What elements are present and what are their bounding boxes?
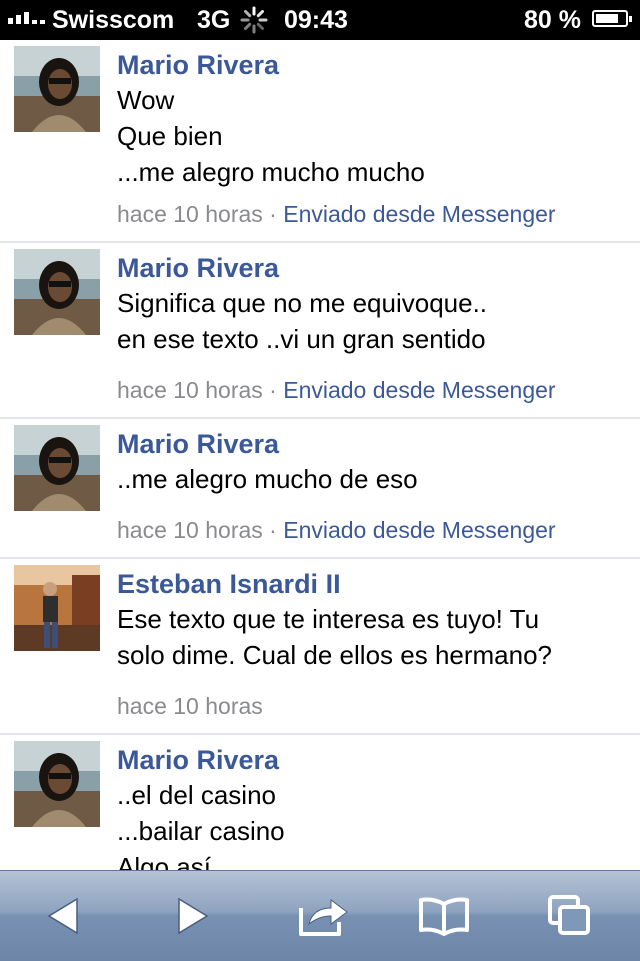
timestamp: hace 10 horas <box>117 693 263 719</box>
message-feed[interactable]: Mario Rivera Wow Que bien ...me alegro m… <box>0 40 640 870</box>
author-name[interactable]: Mario Rivera <box>117 427 279 461</box>
message-meta: hace 10 horas · Enviado desde Messenger <box>117 375 556 405</box>
avatar[interactable] <box>14 249 100 335</box>
message-line: en ese texto ..vi un gran sentido <box>117 324 486 354</box>
message-meta: hace 10 horas <box>117 691 263 721</box>
message-line: Significa que no me equivoque.. <box>117 288 488 318</box>
message-item[interactable]: Mario Rivera Significa que no me equivoq… <box>0 243 640 419</box>
meta-separator: · <box>269 377 277 403</box>
message-meta: hace 10 horas · Enviado desde Messenger <box>117 199 556 229</box>
share-icon <box>299 899 348 936</box>
message-item[interactable]: Esteban Isnardi II Ese texto que te inte… <box>0 559 640 735</box>
back-arrow-icon <box>47 897 78 935</box>
message-line: Wow <box>117 85 175 115</box>
author-name[interactable]: Esteban Isnardi II <box>117 567 341 601</box>
message-line: Algo así <box>117 852 211 870</box>
author-name[interactable]: Mario Rivera <box>117 48 279 82</box>
activity-spinner-icon <box>240 6 268 34</box>
sent-via-link[interactable]: Enviado desde Messenger <box>283 201 555 227</box>
message-text: ..me alegro mucho de eso <box>117 461 627 497</box>
avatar[interactable] <box>14 741 100 827</box>
timestamp: hace 10 horas <box>117 201 263 227</box>
author-name[interactable]: Mario Rivera <box>117 251 279 285</box>
battery-percent: 80 % <box>524 6 581 34</box>
forward-arrow-icon <box>178 897 209 935</box>
back-button[interactable] <box>34 889 94 943</box>
timestamp: hace 10 horas <box>117 517 263 543</box>
message-item[interactable]: Mario Rivera Wow Que bien ...me alegro m… <box>0 40 640 243</box>
timestamp: hace 10 horas <box>117 377 263 403</box>
share-button[interactable] <box>294 889 354 943</box>
battery-icon <box>592 10 632 27</box>
author-name[interactable]: Mario Rivera <box>117 743 279 777</box>
tabs-button[interactable] <box>540 889 600 943</box>
meta-separator: · <box>269 201 277 227</box>
forward-button[interactable] <box>162 889 222 943</box>
tabs-icon <box>548 895 590 935</box>
message-line: ..me alegro mucho de eso <box>117 464 418 494</box>
bookmarks-icon <box>419 897 469 936</box>
carrier-name: Swisscom <box>52 6 175 34</box>
avatar[interactable] <box>14 425 100 511</box>
bookmarks-button[interactable] <box>414 889 474 943</box>
message-text: ..el del casino ...bailar casino Algo as… <box>117 777 627 870</box>
message-item[interactable]: Mario Rivera ..el del casino ...bailar c… <box>0 735 640 870</box>
avatar[interactable] <box>14 565 100 651</box>
sent-via-link[interactable]: Enviado desde Messenger <box>283 377 555 403</box>
message-line: ...me alegro mucho mucho <box>117 157 425 187</box>
signal-strength-icon <box>8 12 45 24</box>
message-line: Que bien <box>117 121 223 151</box>
message-line: ..el del casino <box>117 780 276 810</box>
meta-separator: · <box>269 517 277 543</box>
message-item[interactable]: Mario Rivera ..me alegro mucho de eso ha… <box>0 419 640 559</box>
browser-toolbar <box>0 870 640 961</box>
status-time: 09:43 <box>284 6 348 34</box>
message-line: Ese texto que te interesa es tuyo! Tu <box>117 604 540 634</box>
avatar[interactable] <box>14 46 100 132</box>
status-bar: Swisscom 3G 09:43 80 % <box>0 0 640 40</box>
message-line: ...bailar casino <box>117 816 285 846</box>
message-line: solo dime. Cual de ellos es hermano? <box>117 640 553 670</box>
network-type: 3G <box>197 6 231 34</box>
message-meta: hace 10 horas · Enviado desde Messenger <box>117 515 556 545</box>
message-text: Significa que no me equivoque.. en ese t… <box>117 285 627 357</box>
message-text: Ese texto que te interesa es tuyo! Tu so… <box>117 601 627 673</box>
message-text: Wow Que bien ...me alegro mucho mucho <box>117 82 627 190</box>
sent-via-link[interactable]: Enviado desde Messenger <box>283 517 555 543</box>
